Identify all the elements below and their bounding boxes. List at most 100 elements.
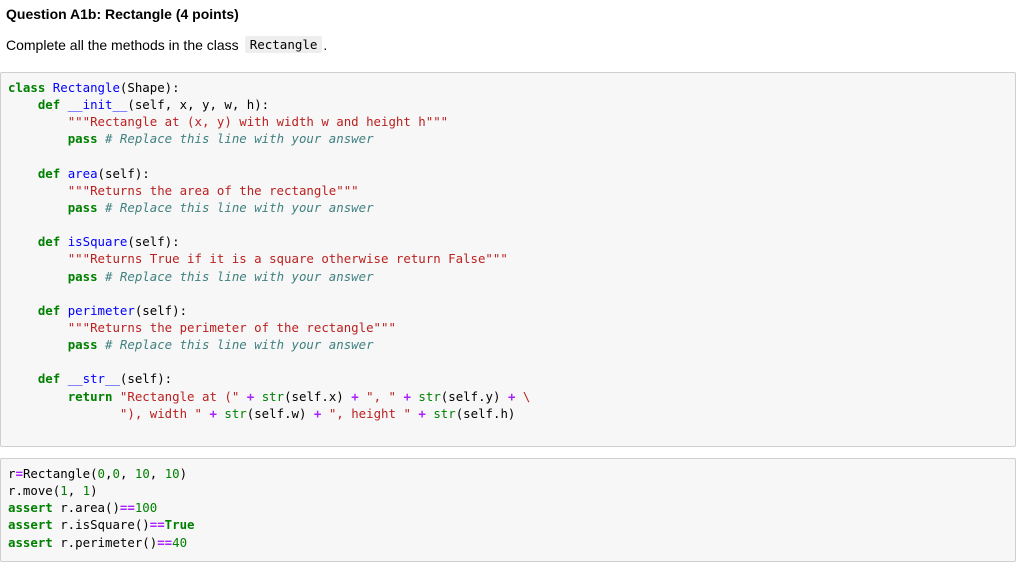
test_cell-token: 1 — [60, 483, 68, 499]
code_cell-line: pass # Replace this line with your answe… — [8, 199, 530, 216]
code_cell-token: + — [351, 388, 359, 404]
code_cell-token: str — [261, 388, 285, 404]
code_cell-token: pass — [67, 268, 98, 284]
code_cell-token — [8, 371, 38, 386]
code_cell-token — [321, 406, 328, 421]
code_cell-token: (self): — [127, 234, 180, 250]
code_cell-token: def — [37, 371, 61, 387]
code_cell-token — [8, 389, 68, 404]
test_cell-token: , — [119, 466, 135, 481]
code_cell-token: \ — [522, 388, 531, 404]
test_cell-token: 0 — [112, 466, 120, 481]
code_cell-token: def — [37, 97, 61, 113]
code_cell-line: def __init__(self, x, y, w, h): — [8, 96, 530, 113]
code_cell-token: (self.y) — [440, 388, 508, 404]
code_cell-token — [98, 131, 105, 146]
test-code-editor[interactable]: r=Rectangle(0,0, 10, 10) r.move(1, 1) asse… — [8, 465, 195, 551]
code_cell-token: + — [418, 405, 426, 421]
test_cell-token: 10 — [134, 466, 150, 481]
code_cell-token: str — [418, 388, 441, 404]
code_cell-token: pass — [67, 131, 98, 147]
code_cell-token — [8, 269, 68, 284]
code_cell-token: def — [37, 302, 61, 318]
code_cell-token: # Replace this line with your answer — [105, 268, 374, 284]
test_cell-token: ) — [90, 483, 98, 499]
code_cell-token: (Shape): — [119, 80, 180, 95]
code_cell-token — [8, 406, 120, 421]
code_cell-token: pass — [67, 337, 98, 353]
code_cell-line: pass # Replace this line with your answe… — [8, 130, 530, 147]
code_cell-token — [8, 251, 68, 266]
code_cell-token — [8, 234, 38, 249]
code_cell-token: """Returns True if it is a square otherw… — [67, 251, 508, 267]
code_cell-token — [98, 337, 105, 352]
test_cell-token: 100 — [134, 500, 158, 516]
code_cell-token: pass — [67, 199, 98, 215]
test_cell-token: == — [119, 500, 135, 516]
description-period: . — [323, 36, 328, 53]
test_cell-token: 1 — [82, 483, 91, 499]
code_cell-token: ", height " — [328, 405, 411, 421]
code_cell-token — [60, 234, 67, 249]
code_cell-token: (self.x) — [284, 388, 352, 404]
question-description: Complete all the methods in the class Re… — [6, 36, 327, 53]
test_cell-line: r.move(1, 1) — [8, 482, 195, 499]
code_cell-line: """Returns the perimeter of the rectangl… — [8, 319, 530, 336]
code_cell-token: (self): — [119, 371, 173, 387]
test_cell-token: 40 — [172, 534, 188, 550]
code_cell-token: (self): — [134, 302, 188, 318]
code_cell-line — [8, 148, 530, 165]
code-cell-tests[interactable]: r=Rectangle(0,0, 10, 10) r.move(1, 1) asse… — [0, 458, 1016, 562]
code_cell-token: (self.h) — [455, 405, 516, 421]
code_cell-token — [8, 337, 68, 352]
code_cell-token — [60, 371, 67, 386]
code_cell-token: str — [224, 405, 247, 421]
code_cell-line — [8, 285, 530, 302]
code_cell-token — [8, 97, 38, 112]
code_cell-token: return — [67, 388, 113, 404]
code_cell-token — [60, 303, 67, 318]
code_cell-token: + — [209, 405, 217, 421]
code_cell-token: "), width " — [119, 405, 202, 421]
code_cell-line: return "Rectangle at (" + str(self.x) + … — [8, 388, 531, 405]
code_cell-token: "Rectangle at (" — [119, 388, 240, 404]
code_cell-token — [8, 166, 38, 181]
code_cell-token — [239, 389, 246, 404]
code-cell-rectangle-class[interactable]: class Rectangle(Shape): def __init__(sel… — [0, 72, 1016, 447]
test_cell-token: r.perimeter() — [52, 534, 158, 550]
code_cell-token: def — [37, 165, 61, 181]
test_cell-line: assert r.area()==100 — [8, 499, 195, 516]
code_cell-token: isSquare — [67, 234, 128, 250]
test_cell-token: r.move( — [8, 483, 61, 499]
code_cell-token: """Returns the area of the rectangle""" — [67, 182, 359, 198]
code_cell-token — [8, 320, 68, 335]
code_cell-token: (self, x, y, w, h): — [127, 97, 270, 113]
test_cell-token: True — [164, 517, 195, 533]
code_cell-token: Rectangle — [52, 80, 120, 95]
code_cell-line: def area(self): — [8, 165, 530, 182]
code_cell-line: def perimeter(self): — [8, 302, 530, 319]
code_cell-token: def — [37, 234, 61, 250]
test_cell-token: == — [149, 517, 165, 533]
code_cell-token — [8, 131, 68, 146]
code_cell-token — [8, 114, 68, 129]
code_cell-token: """Rectangle at (x, y) with width w and … — [67, 114, 449, 130]
test_cell-token: r.area() — [52, 500, 120, 516]
code_cell-line: class Rectangle(Shape): — [8, 79, 530, 96]
code-editor[interactable]: class Rectangle(Shape): def __init__(sel… — [8, 79, 530, 422]
code_cell-token — [98, 269, 105, 284]
test_cell-token: assert — [8, 500, 53, 516]
code_cell-line: """Returns the area of the rectangle""" — [8, 182, 530, 199]
code_cell-token — [515, 389, 522, 404]
code_cell-token: # Replace this line with your answer — [105, 337, 374, 353]
test_cell-token: Rectangle( — [22, 466, 98, 481]
code_cell-token: perimeter — [67, 302, 135, 318]
code_cell-token — [112, 389, 119, 404]
test_cell-token: r.isSquare() — [52, 517, 150, 533]
inline-code-class-name: Rectangle — [244, 36, 323, 53]
test_cell-token: 10 — [164, 466, 180, 481]
test_cell-token: ) — [179, 466, 188, 481]
code_cell-line — [8, 216, 530, 233]
test_cell-token: 0 — [97, 466, 106, 481]
code_cell-token: ", " — [366, 388, 396, 404]
